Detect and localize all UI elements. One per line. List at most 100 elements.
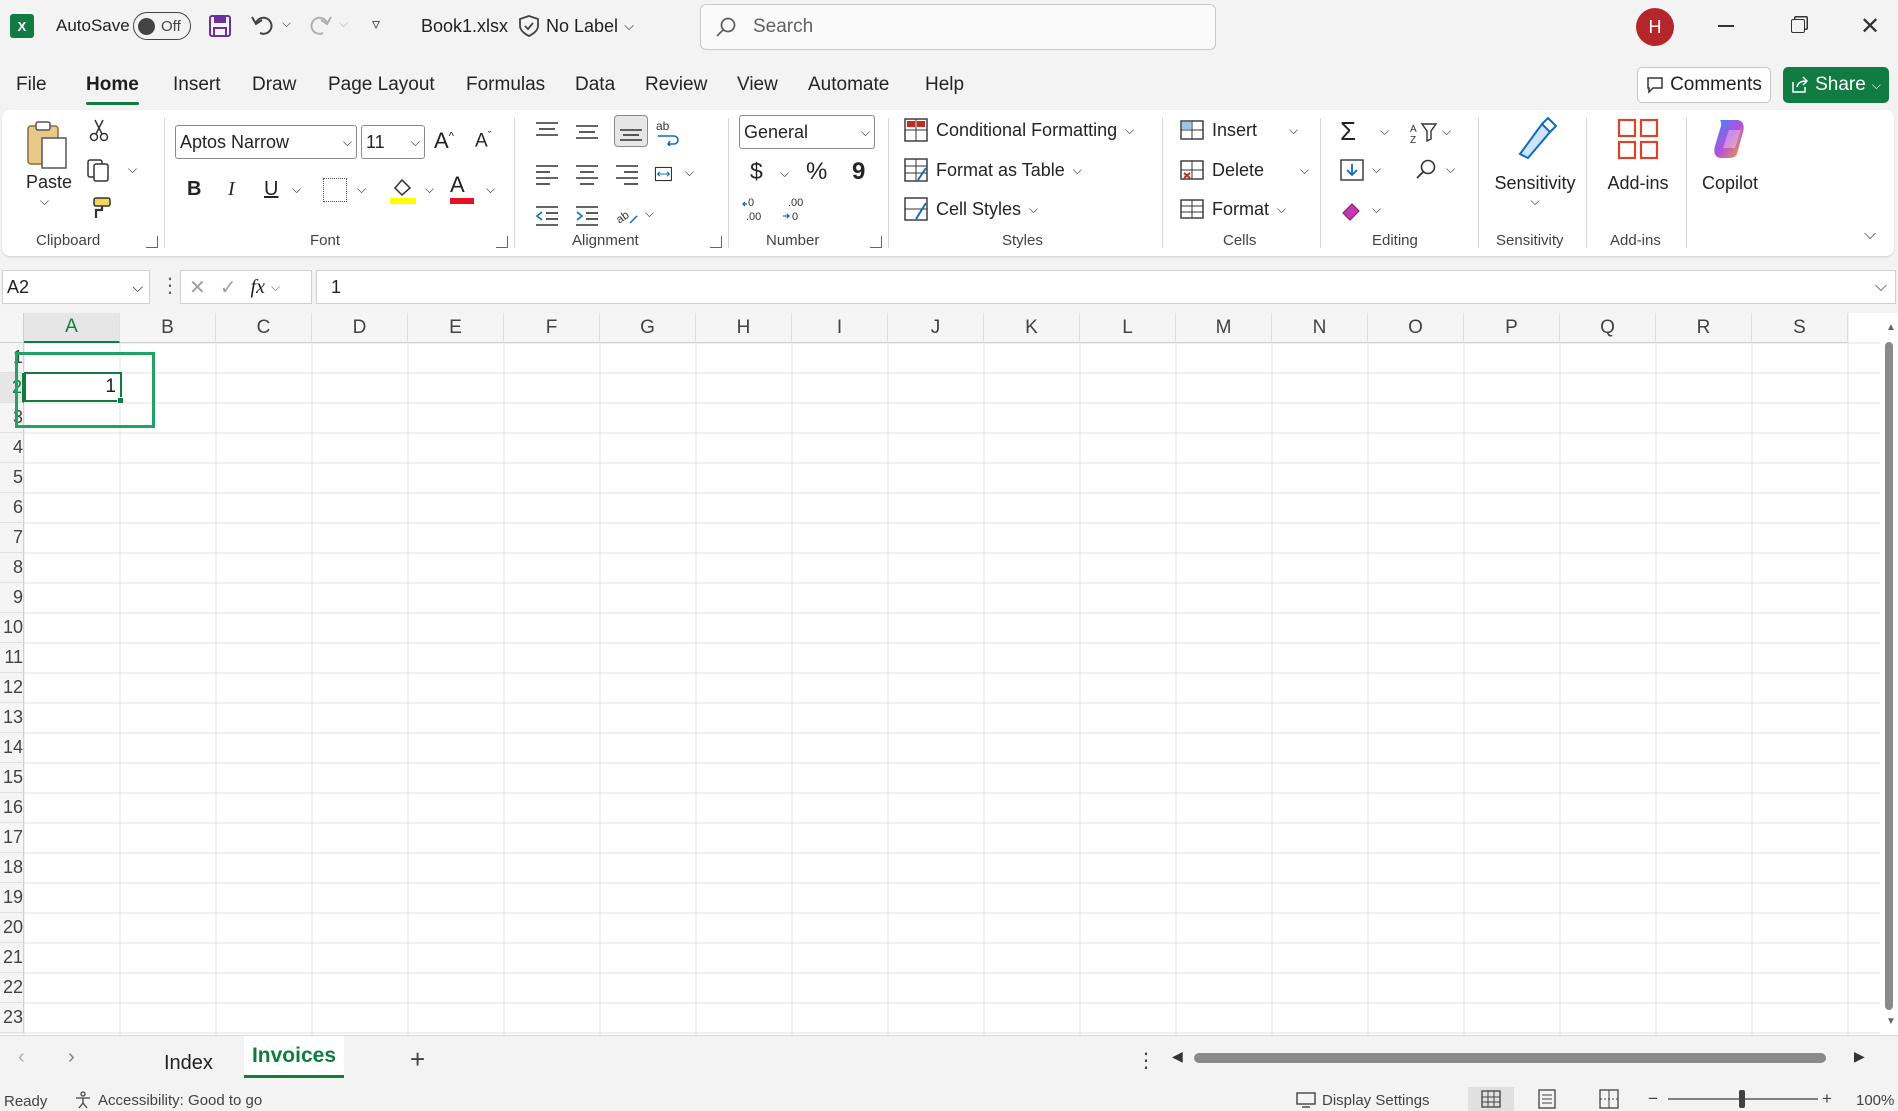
font-color-icon[interactable]: A (450, 174, 474, 204)
accessibility-checker[interactable]: Accessibility: Good to go (74, 1091, 262, 1109)
sensitivity-label-button[interactable]: No Label ⌵ (518, 14, 634, 38)
copy-dropdown-icon[interactable]: ⌵ (128, 162, 137, 177)
insert-function-button[interactable]: fx (251, 276, 265, 299)
row-header-19[interactable]: 19 (0, 883, 24, 913)
tab-automate[interactable]: Automate (808, 74, 889, 96)
italic-button[interactable]: I (228, 178, 235, 201)
share-button[interactable]: Share ⌵ (1783, 67, 1889, 103)
column-header-k[interactable]: K (984, 313, 1080, 343)
column-header-h[interactable]: H (696, 313, 792, 343)
column-header-s[interactable]: S (1752, 313, 1848, 343)
page-break-view-icon[interactable] (1598, 1089, 1620, 1111)
decrease-font-size-icon[interactable]: Aˇ (475, 130, 491, 152)
redo-dropdown-icon[interactable]: ⌵ (339, 16, 348, 31)
row-header-23[interactable]: 23 (0, 1003, 24, 1033)
scrollbar-thumb[interactable] (1885, 342, 1893, 1010)
undo-dropdown-icon[interactable]: ⌵ (282, 16, 291, 31)
search-box[interactable]: Search (700, 4, 1216, 50)
active-cell-a2[interactable]: 1 (24, 372, 122, 402)
add-sheet-icon[interactable]: + (410, 1044, 425, 1075)
align-bottom-icon[interactable] (614, 115, 648, 147)
currency-button[interactable]: $ (750, 158, 763, 185)
tab-review[interactable]: Review (645, 74, 707, 96)
row-header-6[interactable]: 6 (0, 493, 24, 523)
tab-draw[interactable]: Draw (252, 74, 296, 96)
decrease-indent-icon[interactable] (534, 202, 574, 233)
increase-decimal-icon[interactable]: 0.00 (742, 196, 772, 227)
normal-view-button[interactable] (1468, 1087, 1514, 1111)
column-header-m[interactable]: M (1176, 313, 1272, 343)
cut-icon[interactable] (88, 118, 110, 147)
underline-dropdown-icon[interactable]: ⌵ (292, 182, 301, 197)
format-cells-button[interactable]: Format ⌵ (1180, 197, 1286, 221)
fill-handle[interactable] (117, 397, 124, 404)
sheet-tab-invoices[interactable]: Invoices (244, 1036, 344, 1078)
number-format-select[interactable]: General ⌵ (739, 115, 875, 149)
row-header-17[interactable]: 17 (0, 823, 24, 853)
comments-button[interactable]: Comments (1637, 67, 1771, 103)
row-header-22[interactable]: 22 (0, 973, 24, 1003)
row-header-7[interactable]: 7 (0, 523, 24, 553)
next-sheet-icon[interactable]: › (68, 1046, 75, 1069)
column-header-p[interactable]: P (1464, 313, 1560, 343)
previous-sheet-icon[interactable]: ‹ (18, 1046, 25, 1069)
align-middle-icon[interactable] (574, 118, 614, 151)
find-select-button[interactable]: ⌵ (1414, 158, 1455, 182)
comma-style-button[interactable]: 9 (852, 158, 865, 186)
fill-color-icon[interactable] (390, 176, 416, 209)
insert-cells-button[interactable]: Insert ⌵ (1180, 118, 1298, 142)
sensitivity-button[interactable]: Sensitivity ⌵ (1490, 116, 1580, 216)
zoom-in-icon[interactable]: + (1822, 1089, 1832, 1109)
row-header-9[interactable]: 9 (0, 583, 24, 613)
row-header-20[interactable]: 20 (0, 913, 24, 943)
scroll-down-icon[interactable]: ▼ (1886, 1016, 1896, 1027)
scrollbar-thumb[interactable] (1194, 1053, 1826, 1063)
row-header-8[interactable]: 8 (0, 553, 24, 583)
zoom-slider[interactable] (1668, 1090, 1818, 1108)
delete-cells-button[interactable]: Delete ⌵ (1180, 158, 1309, 182)
row-header-1[interactable]: 1 (0, 343, 24, 373)
zoom-out-icon[interactable]: − (1648, 1089, 1658, 1109)
copilot-button[interactable]: Copilot (1690, 116, 1770, 194)
bold-button[interactable]: B (187, 178, 201, 201)
row-header-18[interactable]: 18 (0, 853, 24, 883)
page-layout-view-icon[interactable] (1536, 1089, 1558, 1111)
column-header-c[interactable]: C (216, 313, 312, 343)
worksheet-grid[interactable] (0, 313, 1898, 1035)
increase-font-size-icon[interactable]: A^ (434, 128, 454, 154)
column-header-f[interactable]: F (504, 313, 600, 343)
name-box[interactable]: A2 ⌵ (2, 270, 150, 304)
currency-dropdown-icon[interactable]: ⌵ (780, 166, 789, 181)
horizontal-scrollbar[interactable]: ◀ ▶ (1170, 1048, 1870, 1068)
increase-indent-icon[interactable] (574, 202, 614, 233)
copy-icon[interactable] (86, 158, 112, 187)
column-header-a[interactable]: A (24, 313, 120, 343)
more-options-icon[interactable]: ⋮ (160, 273, 180, 298)
row-header-4[interactable]: 4 (0, 433, 24, 463)
orientation-icon[interactable]: ab ⌵ (614, 202, 654, 233)
vertical-scrollbar[interactable]: ▲ ▼ (1882, 320, 1896, 1032)
column-header-i[interactable]: I (792, 313, 888, 343)
conditional-formatting-button[interactable]: Conditional Formatting ⌵ (904, 118, 1134, 142)
collapse-ribbon-icon[interactable]: ⌵ (1864, 226, 1876, 244)
tab-formulas[interactable]: Formulas (466, 74, 545, 96)
column-header-d[interactable]: D (312, 313, 408, 343)
borders-icon[interactable] (323, 178, 347, 202)
scroll-left-icon[interactable]: ◀ (1172, 1048, 1183, 1065)
tab-data[interactable]: Data (575, 74, 615, 96)
column-header-e[interactable]: E (408, 313, 504, 343)
row-header-13[interactable]: 13 (0, 703, 24, 733)
font-size-select[interactable]: 11 ⌵ (361, 125, 425, 159)
avatar[interactable]: H (1636, 8, 1674, 46)
cell-styles-button[interactable]: Cell Styles ⌵ (904, 197, 1038, 221)
customize-toolbar-icon[interactable]: ▿ (372, 14, 380, 34)
row-header-16[interactable]: 16 (0, 793, 24, 823)
align-right-icon[interactable] (614, 161, 654, 192)
row-header-5[interactable]: 5 (0, 463, 24, 493)
clear-button[interactable]: ⌵ (1340, 198, 1381, 222)
row-header-21[interactable]: 21 (0, 943, 24, 973)
fill-button[interactable]: ⌵ (1340, 158, 1381, 182)
row-header-10[interactable]: 10 (0, 613, 24, 643)
format-painter-icon[interactable] (86, 196, 112, 225)
font-color-dropdown-icon[interactable]: ⌵ (486, 182, 495, 197)
